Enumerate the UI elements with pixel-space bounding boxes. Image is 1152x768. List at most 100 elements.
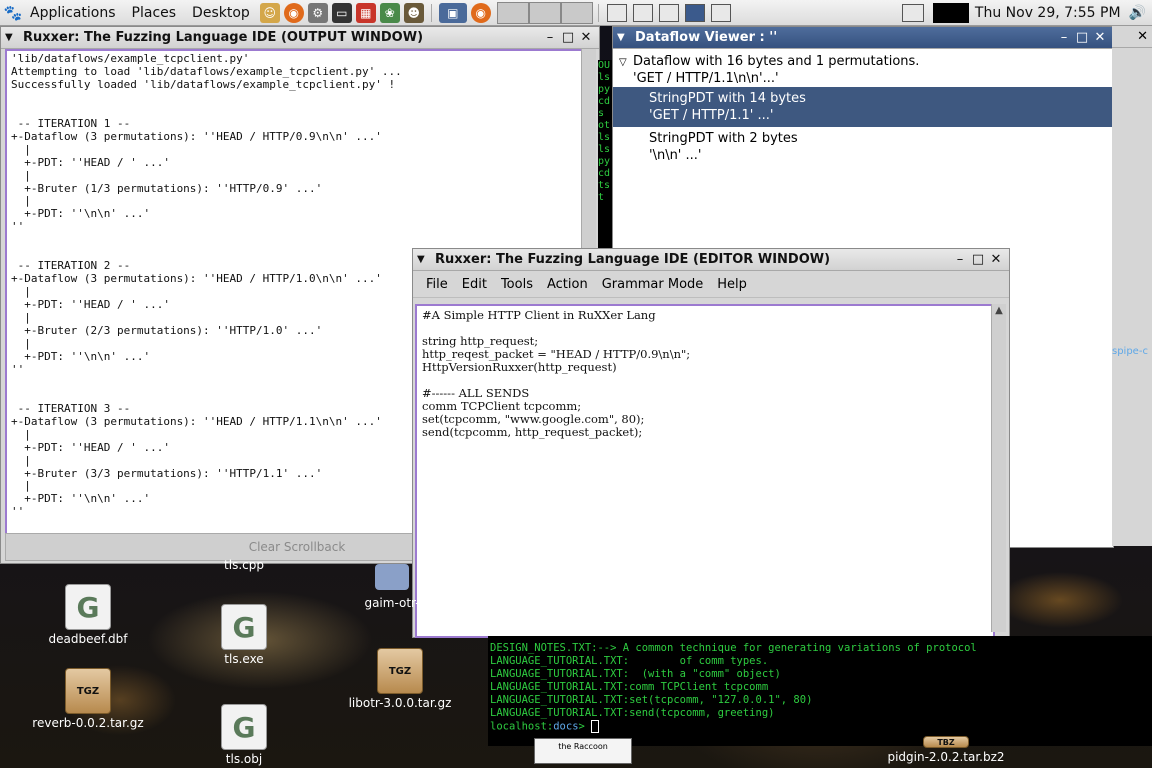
background-link-text: spipe-c xyxy=(1112,346,1148,357)
pdt-preview: 'GET / HTTP/1.1' ...' xyxy=(649,108,774,123)
maximize-icon[interactable]: □ xyxy=(969,252,987,267)
panel-separator xyxy=(430,3,432,22)
dataflow-tree-child[interactable]: StringPDT with 14 bytes 'GET / HTTP/1.1'… xyxy=(613,87,1113,127)
settings-gear-icon[interactable]: ⚙ xyxy=(307,2,328,23)
desktop-icon-label: reverb-0.0.2.tar.gz xyxy=(32,716,144,730)
user-face-icon[interactable]: ☺ xyxy=(259,2,280,23)
editor-menubar: File Edit Tools Action Grammar Mode Help xyxy=(413,271,1009,298)
window-menu-icon[interactable]: ▼ xyxy=(617,32,629,43)
desktop-icon-label: libotr-3.0.0.tar.gz xyxy=(348,696,452,710)
background-terminal-text: cd xyxy=(598,168,611,179)
menu-tools[interactable]: Tools xyxy=(494,277,540,292)
background-terminal-text: cd xyxy=(598,96,611,107)
desktop-icon-tls-obj[interactable]: G tls.obj xyxy=(184,704,304,766)
background-terminal-text: ls xyxy=(598,72,611,83)
raccoon-icon[interactable]: ☻ xyxy=(403,2,424,23)
panel-menu-desktop[interactable]: Desktop xyxy=(184,5,258,21)
dataflow-root-label: Dataflow with 16 bytes and 1 permutation… xyxy=(633,54,920,69)
terminal-prompt[interactable]: localhost:docs> xyxy=(490,720,1152,734)
background-terminal-strip: OU ls py cd s ot ls ls py cd ts t xyxy=(598,60,612,250)
expander-open-icon[interactable]: ▽ xyxy=(619,57,627,68)
firefox-taskbar-icon[interactable]: ◉ xyxy=(470,2,491,23)
applet-icon[interactable] xyxy=(632,3,653,22)
gnome-foot-icon[interactable]: 🐾 xyxy=(4,4,23,22)
background-terminal-text: py xyxy=(598,156,611,167)
terminal-icon[interactable]: ▭ xyxy=(331,2,352,23)
workspace-2[interactable] xyxy=(528,1,561,24)
background-terminal-text: ls xyxy=(598,144,611,155)
terminal-line: LANGUAGE_TUTORIAL.TXT:set(tcpcomm, "127.… xyxy=(490,694,813,706)
dataflow-tree-child[interactable]: StringPDT with 2 bytes '\n\n' ...' xyxy=(613,128,1113,168)
background-terminal-text: py xyxy=(598,84,611,95)
menu-grammar-mode[interactable]: Grammar Mode xyxy=(595,277,711,292)
terminal-line: LANGUAGE_TUTORIAL.TXT:send(tcpcomm, gree… xyxy=(490,707,775,719)
network-monitor-icon[interactable] xyxy=(901,3,924,22)
pdt-label: StringPDT with 14 bytes xyxy=(649,91,806,106)
window-menu-icon[interactable]: ▼ xyxy=(417,254,429,265)
menu-help[interactable]: Help xyxy=(710,277,754,292)
menu-file[interactable]: File xyxy=(419,277,455,292)
prompt-host: localhost xyxy=(490,720,547,733)
window-list-icon[interactable]: ▣ xyxy=(438,2,467,23)
terminal-window[interactable]: DESIGN_NOTES.TXT:--> A common technique … xyxy=(488,636,1152,746)
applet-icon[interactable] xyxy=(658,3,679,22)
editor-window: ▼ Ruxxer: The Fuzzing Language IDE (EDIT… xyxy=(412,248,1010,638)
panel-clock[interactable]: Thu Nov 29, 7:55 PM xyxy=(975,5,1121,21)
minimize-icon[interactable]: – xyxy=(951,252,969,267)
output-window-titlebar[interactable]: ▼ Ruxxer: The Fuzzing Language IDE (OUTP… xyxy=(1,27,599,49)
scroll-up-icon[interactable]: ▲ xyxy=(992,304,1006,318)
workspace-switcher xyxy=(496,1,593,24)
maximize-icon[interactable]: □ xyxy=(1073,30,1091,45)
close-icon[interactable]: ✕ xyxy=(577,30,595,45)
desktop-icon-label: deadbeef.dbf xyxy=(48,632,128,646)
desktop-icon-tls-cpp[interactable]: tls.cpp xyxy=(184,558,304,572)
panel-menu-places[interactable]: Places xyxy=(124,5,185,21)
applet-icon[interactable] xyxy=(684,3,705,22)
desktop-icon-tls-exe[interactable]: G tls.exe xyxy=(184,604,304,666)
editor-window-title: Ruxxer: The Fuzzing Language IDE (EDITOR… xyxy=(435,252,831,267)
desktop-icon-libotr[interactable]: TGZ libotr-3.0.0.tar.gz xyxy=(340,648,460,710)
close-icon[interactable]: ✕ xyxy=(1137,29,1148,44)
window-menu-icon[interactable]: ▼ xyxy=(5,32,17,43)
desktop-icon-pidgin[interactable]: TBZ pidgin-2.0.2.tar.bz2 xyxy=(886,736,1006,764)
dataflow-tree-root[interactable]: ▽ Dataflow with 16 bytes and 1 permutati… xyxy=(613,53,1113,89)
firefox-icon[interactable]: ◉ xyxy=(283,2,304,23)
close-icon[interactable]: ✕ xyxy=(1091,30,1109,45)
menu-action[interactable]: Action xyxy=(540,277,595,292)
desktop-icon-gaim-otr[interactable]: gaim-otr- xyxy=(332,564,452,610)
desktop-icon-label: tls.exe xyxy=(224,652,264,666)
close-icon[interactable]: ✕ xyxy=(987,252,1005,267)
prompt-caret: > xyxy=(578,720,592,733)
editor-scrollbar[interactable]: ▲ xyxy=(991,304,1006,632)
workspace-3[interactable] xyxy=(560,1,593,24)
workspace-1[interactable] xyxy=(496,1,529,24)
code-editor[interactable]: #A Simple HTTP Client in RuXXer Lang str… xyxy=(415,304,995,638)
camera-icon[interactable] xyxy=(710,3,731,22)
dataflow-viewer-titlebar[interactable]: ▼ Dataflow Viewer : '' – □ ✕ xyxy=(613,27,1113,49)
desktop-icon-reverb[interactable]: TGZ reverb-0.0.2.tar.gz xyxy=(28,668,148,730)
panel-menu-applications[interactable]: Applications xyxy=(22,5,124,21)
pdt-label: StringPDT with 2 bytes xyxy=(649,131,798,146)
gnome-file-icon: G xyxy=(221,604,267,650)
dataflow-root-preview: 'GET / HTTP/1.1\n\n'...' xyxy=(633,71,779,86)
minimize-icon[interactable]: – xyxy=(1055,30,1073,45)
system-monitor-icon[interactable] xyxy=(932,2,969,23)
desktop-icon-label: tls.cpp xyxy=(224,558,264,572)
editor-window-titlebar[interactable]: ▼ Ruxxer: The Fuzzing Language IDE (EDIT… xyxy=(413,249,1009,271)
calendar-icon[interactable]: ▦ xyxy=(355,2,376,23)
background-terminal-text: t xyxy=(598,192,605,203)
pdt-preview: '\n\n' ...' xyxy=(649,148,702,163)
background-terminal-text: OU xyxy=(598,60,611,71)
file-icon xyxy=(375,564,409,590)
minimize-icon[interactable]: – xyxy=(541,30,559,45)
menu-edit[interactable]: Edit xyxy=(455,277,494,292)
terminal-cursor xyxy=(591,720,600,733)
top-panel: 🐾 Applications Places Desktop ☺ ◉ ⚙ ▭ ▦ … xyxy=(0,0,1152,26)
volume-icon[interactable]: 🔊 xyxy=(1129,5,1146,21)
desktop-icon-deadbeef[interactable]: G deadbeef.dbf xyxy=(28,584,148,646)
gnome-files-icon[interactable]: ❀ xyxy=(379,2,400,23)
applet-icon[interactable] xyxy=(606,3,627,22)
maximize-icon[interactable]: □ xyxy=(559,30,577,45)
terminal-line: LANGUAGE_TUTORIAL.TXT:comm TCPClient tcp… xyxy=(490,681,769,693)
tgz-archive-icon: TGZ xyxy=(377,648,423,694)
